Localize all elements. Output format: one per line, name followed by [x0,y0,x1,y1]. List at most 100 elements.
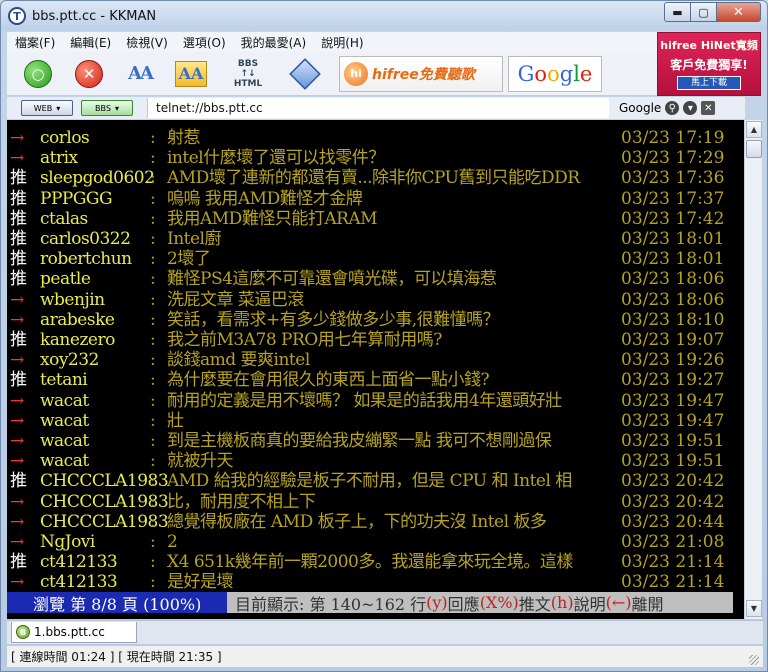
hifree-logo-icon: hi [344,61,368,86]
scroll-down-icon[interactable]: ▼ [746,600,762,617]
scroll-thumb[interactable] [746,140,762,158]
disconnect-button[interactable]: ✕ [69,54,109,94]
comment-separator: : [150,451,156,472]
comment-separator: : [150,572,156,593]
comment-row: → CHCCCLA1983: 總覺得板廠在 AMD 板子上，下的功夫沒 Intel … [7,512,744,532]
bbs-html-bottom: HTML [233,78,263,89]
comment-user-id: wacat [40,431,89,451]
search-icon[interactable]: ⚲ [665,101,680,115]
comment-tag: → [10,148,25,169]
kkman-app-icon[interactable]: T [8,7,26,25]
comment-tag: → [10,511,25,532]
comment-time: 03/23 21:14 [621,552,725,573]
menu-favorites[interactable]: 我的最愛(A) [233,34,314,51]
address-bar: WEB ▾ BBS ▾ telnet://bbs.ptt.cc Google ⚲… [7,97,745,119]
key-hint-label: 說明 [573,594,606,614]
comment-time: 03/23 17:29 [621,148,725,169]
disconnect-icon: ✕ [75,59,103,88]
comment-text: 我用AMD難怪只能打ARAM [167,208,378,229]
chevron-down-icon[interactable]: ▾ [683,101,698,115]
comment-tag: → [10,390,25,411]
menu-file[interactable]: 檔案(F) [7,34,62,51]
comment-row: → corlos: 射惹 03/23 17:19 [7,128,744,148]
page-indicator: 瀏覽 第 8/8 頁 (100%) [7,592,227,614]
comment-user-id: tetani [40,370,88,391]
menu-edit[interactable]: 編輯(E) [62,34,118,51]
comment-row: 推 CHCCCLA1983: AMD 給我的經驗是板子不耐用，但是 CPU 和 In… [7,471,744,491]
comment-tag: 推 [10,552,27,573]
bbs-html-button[interactable]: BBS ↑↓ HTML [222,54,274,94]
title-bar: T bbs.ptt.cc - KKMAN ▬ ▢ ✕ [1,1,767,31]
comment-user-id: arabeske [40,309,115,330]
window-title: bbs.ptt.cc - KKMAN [32,8,157,24]
comment-text: 洗屁文章 菜逼巴滾 [167,289,304,310]
comment-row: → atrix: intel什麼壞了還可以找零件？ 03/23 17:29 [7,148,744,168]
comment-text: 2壞了 [167,249,211,270]
ad-download-button[interactable]: 馬上下載 [677,76,741,90]
comment-text: 2 [167,532,178,552]
comment-user-id: CHCCCLA1983 [40,471,169,492]
connect-icon: ○ [24,59,52,88]
menu-options[interactable]: 選項(O) [175,34,233,51]
comment-text: Intel廚 [167,229,222,249]
comment-user-id: CHCCCLA1983 [40,491,169,512]
comment-tag: 推 [10,370,27,391]
toolbar: ○ ✕ AA AA BBS ↑↓ HTML hi hifree免費聽歌 Goog… [7,52,657,96]
connect-button[interactable]: ○ [18,54,58,94]
comment-time: 03/23 17:36 [621,168,725,189]
status-bar: [ 連線時間 01:24 ] [ 現在時間 21:35 ] [7,645,763,667]
menu-help[interactable]: 說明(H) [313,34,370,51]
comment-user-id: atrix [40,148,78,169]
tab-bbs-ptt[interactable]: B 1.bbs.ptt.cc [11,622,137,643]
key-hint-label: 推文 [518,594,551,614]
comment-tag: 推 [10,188,27,209]
comment-user-id: peatle [40,269,91,290]
bbs-mode-label: BBS [95,103,111,113]
plugin-button[interactable] [285,54,325,94]
comment-tag: → [10,451,25,472]
comment-user-id: xoy232 [40,350,99,371]
comment-row: 推 PPPGGG: 嗚嗚 我用AMD難怪才金牌 03/23 17:37 [7,189,744,209]
close-icon[interactable]: ✕ [701,101,716,115]
key-hint-key: (h) [550,593,574,612]
web-mode-dropdown[interactable]: WEB ▾ [21,100,73,116]
terminal-scrollbar[interactable]: ▲ ▼ [744,120,762,619]
hifree-music-button[interactable]: hi hifree免費聽歌 [339,55,503,92]
comment-time: 03/23 20:42 [621,471,725,492]
comment-text: 笑話，看需求+有多少錢做多少事,很難懂嗎？ [167,309,500,330]
font-size-icon: AA [128,63,154,84]
comment-row: → wacat: 耐用的定義是用不壞嗎？ 如果是的話我用4年還頭好壯 03/23 19… [7,391,744,411]
url-input[interactable]: telnet://bbs.ptt.cc [147,98,609,118]
tab-label: 1.bbs.ptt.cc [34,625,105,639]
comment-time: 03/23 17:42 [621,208,725,229]
bbs-mode-dropdown[interactable]: BBS ▾ [81,100,133,116]
comment-separator: : [150,431,156,451]
google-letter: o [534,61,548,86]
comment-tag: → [10,431,25,451]
google-button[interactable]: Google [508,55,602,92]
comment-tag: 推 [10,471,27,492]
comment-time: 03/23 17:19 [621,128,725,148]
window-controls: ▬ ▢ ✕ [664,2,761,22]
font-style-button[interactable]: AA [171,54,211,94]
scroll-up-icon[interactable]: ▲ [746,121,762,138]
search-engine-label[interactable]: Google [619,101,661,115]
hinet-ad-banner[interactable]: hifree HiNet寬頻 客戶免費獨享! 馬上下載 [657,32,761,96]
comment-text: 談錢amd 要爽intel [167,350,310,371]
key-hint-label: 回應 [447,594,480,614]
minimize-button[interactable]: ▬ [664,2,691,22]
comment-tag: → [10,128,25,148]
comment-user-id: corlos [40,128,90,148]
menu-view[interactable]: 檢視(V) [118,34,175,51]
font-size-button[interactable]: AA [120,54,160,94]
comment-tag: 推 [10,229,27,249]
comment-time: 03/23 20:42 [621,491,725,512]
comment-tag: → [10,532,25,552]
comment-user-id: kanezero [40,330,115,350]
bbs-terminal[interactable]: → ct412133: 是好是壞 03/23 21:14 推 ct412133: X4 65… [7,120,744,619]
resize-grip-icon[interactable] [749,655,759,665]
hifree-text: hifree免費聽歌 [372,66,475,83]
close-button[interactable]: ✕ [717,2,761,22]
comment-tag: 推 [10,330,27,350]
maximize-button[interactable]: ▢ [691,2,717,22]
